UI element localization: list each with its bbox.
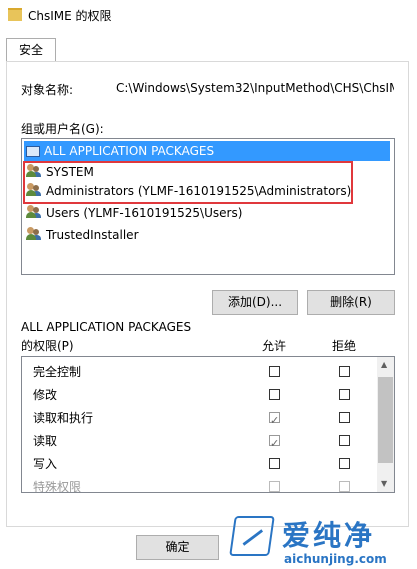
deny-checkbox[interactable] [339, 389, 350, 400]
scroll-up-icon[interactable]: ▲ [381, 360, 387, 369]
list-item-label: Users (YLMF-1610191525\Users) [46, 206, 243, 220]
package-icon [26, 146, 40, 157]
watermark-brand: 爱纯净 [282, 519, 376, 552]
list-item-all-app-packages[interactable]: ALL APPLICATION PACKAGES [24, 141, 390, 161]
permission-label: 修改 [33, 388, 58, 402]
tab-security[interactable]: 安全 [6, 38, 56, 62]
permission-label: 读取和执行 [33, 411, 94, 425]
deny-checkbox[interactable] [339, 458, 350, 469]
users-icon [26, 205, 42, 219]
permission-label: 特殊权限 [33, 480, 82, 493]
permission-row: 完全控制 [33, 361, 378, 383]
permission-row: 读取和执行 [33, 407, 378, 432]
deny-header: 拒绝 [332, 339, 357, 353]
permission-row: 修改 [33, 384, 378, 406]
list-item-users[interactable]: Users (YLMF-1610191525\Users) [24, 203, 390, 223]
ok-button[interactable]: 确定 [136, 535, 219, 560]
deny-checkbox[interactable] [339, 412, 350, 423]
list-item-trustedinstaller[interactable]: TrustedInstaller [24, 225, 390, 245]
scroll-down-icon[interactable]: ▼ [381, 479, 387, 488]
permissions-scrollbar[interactable]: ▲ ▼ [377, 357, 394, 492]
groups-label: 组或用户名(G): [21, 122, 104, 136]
groups-list[interactable]: ALL APPLICATION PACKAGES SYSTEM Administ… [21, 138, 395, 275]
tab-strip: 安全 [0, 38, 417, 62]
permissions-title: ALL APPLICATION PACKAGES [21, 320, 192, 334]
allow-checkbox[interactable] [269, 481, 280, 492]
allow-checkbox[interactable] [269, 458, 280, 469]
scroll-thumb[interactable] [378, 377, 393, 463]
deny-checkbox[interactable] [339, 481, 350, 492]
brand-logo-icon [229, 516, 275, 556]
permission-label: 完全控制 [33, 365, 82, 379]
allow-checkbox[interactable] [269, 366, 280, 377]
add-button[interactable]: 添加(D)... [212, 290, 298, 315]
object-name-label: 对象名称: [21, 83, 74, 97]
users-icon [26, 227, 42, 241]
list-item-label: TrustedInstaller [46, 228, 139, 242]
window-title: ChsIME 的权限 [28, 9, 112, 23]
permission-label: 写入 [33, 457, 58, 471]
allow-checkbox[interactable] [269, 389, 280, 400]
deny-checkbox[interactable] [339, 435, 350, 446]
permission-label: 读取 [33, 434, 58, 448]
title-bar: ChsIME 的权限 [0, 0, 417, 30]
folder-icon [8, 8, 22, 21]
permission-row: 写入 [33, 453, 378, 475]
remove-button[interactable]: 删除(R) [307, 290, 395, 315]
permission-row: 特殊权限 [33, 476, 378, 493]
list-item-label: ALL APPLICATION PACKAGES [44, 144, 215, 158]
allow-checkbox[interactable] [269, 433, 280, 455]
object-name-value: C:\Windows\System32\InputMethod\CHS\ChsI… [116, 81, 394, 95]
watermark: 爱纯净 aichunjing.com [226, 514, 416, 569]
highlight-box [23, 161, 353, 204]
permissions-subtitle: 的权限(P) [21, 339, 74, 353]
allow-checkbox[interactable] [269, 410, 280, 432]
watermark-site: aichunjing.com [284, 552, 387, 566]
permission-row: 读取 [33, 430, 378, 455]
allow-header: 允许 [262, 339, 287, 353]
permissions-list: 完全控制 修改 读取和执行 读取 写入 特殊权限 ▲ ▼ [21, 356, 395, 493]
deny-checkbox[interactable] [339, 366, 350, 377]
